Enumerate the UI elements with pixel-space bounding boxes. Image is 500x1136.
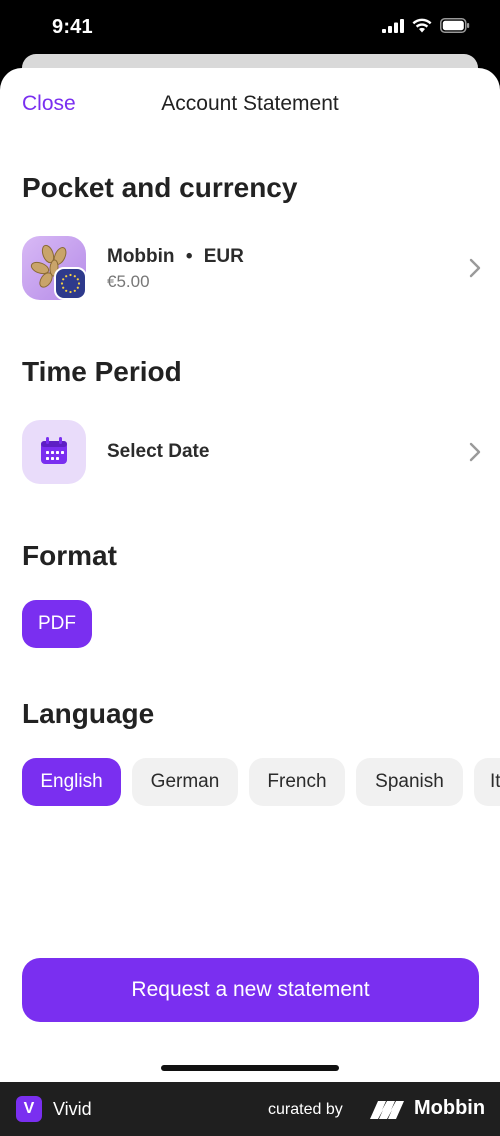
pocket-name-line: Mobbin • EUR (107, 246, 244, 268)
language-chip-english[interactable]: English (22, 758, 121, 806)
footer-bar: V Vivid curated by Mobbin (0, 1082, 500, 1136)
signal-icon (382, 18, 404, 33)
home-indicator (161, 1065, 339, 1071)
chevron-right-icon (469, 258, 481, 278)
footer-app-name: Vivid (53, 1099, 92, 1119)
page-title: Account Statement (161, 92, 339, 115)
language-chip-spanish[interactable]: Spanish (356, 758, 463, 806)
format-chip-pdf[interactable]: PDF (22, 600, 92, 648)
calendar-icon-tile (22, 420, 86, 484)
pocket-name: Mobbin (107, 246, 175, 267)
status-bar: 9:41 (0, 0, 500, 56)
format-title: Format (22, 540, 117, 571)
language-chip-italian[interactable]: It (474, 758, 500, 806)
select-date-row[interactable]: Select Date (22, 420, 482, 484)
pocket-row[interactable]: Mobbin • EUR €5.00 (22, 236, 482, 300)
pocket-currency: EUR (203, 246, 244, 267)
language-title: Language (22, 698, 155, 729)
pocket-balance: €5.00 (107, 272, 150, 291)
language-chip-german[interactable]: German (132, 758, 238, 806)
vivid-logo: V (16, 1096, 42, 1122)
select-date-label: Select Date (107, 441, 210, 462)
footer-brand: Mobbin (414, 1097, 486, 1119)
chevron-right-icon (469, 442, 481, 462)
request-statement-button[interactable]: Request a new statement (22, 958, 479, 1022)
pocket-section-title: Pocket and currency (22, 172, 298, 203)
pocket-separator: • (185, 246, 193, 267)
statement-sheet: Close Account Statement Pocket and curre… (0, 68, 500, 1082)
calendar-icon (41, 437, 67, 464)
status-icons (382, 18, 470, 33)
status-time: 9:41 (52, 16, 93, 38)
language-chip-french[interactable]: French (249, 758, 345, 806)
mobbin-logo-icon (370, 1101, 404, 1119)
time-period-title: Time Period (22, 356, 182, 387)
wifi-icon (412, 18, 432, 33)
battery-icon (440, 18, 470, 33)
footer-curated-by: curated by (268, 1101, 343, 1118)
eu-flag-icon (54, 267, 87, 300)
